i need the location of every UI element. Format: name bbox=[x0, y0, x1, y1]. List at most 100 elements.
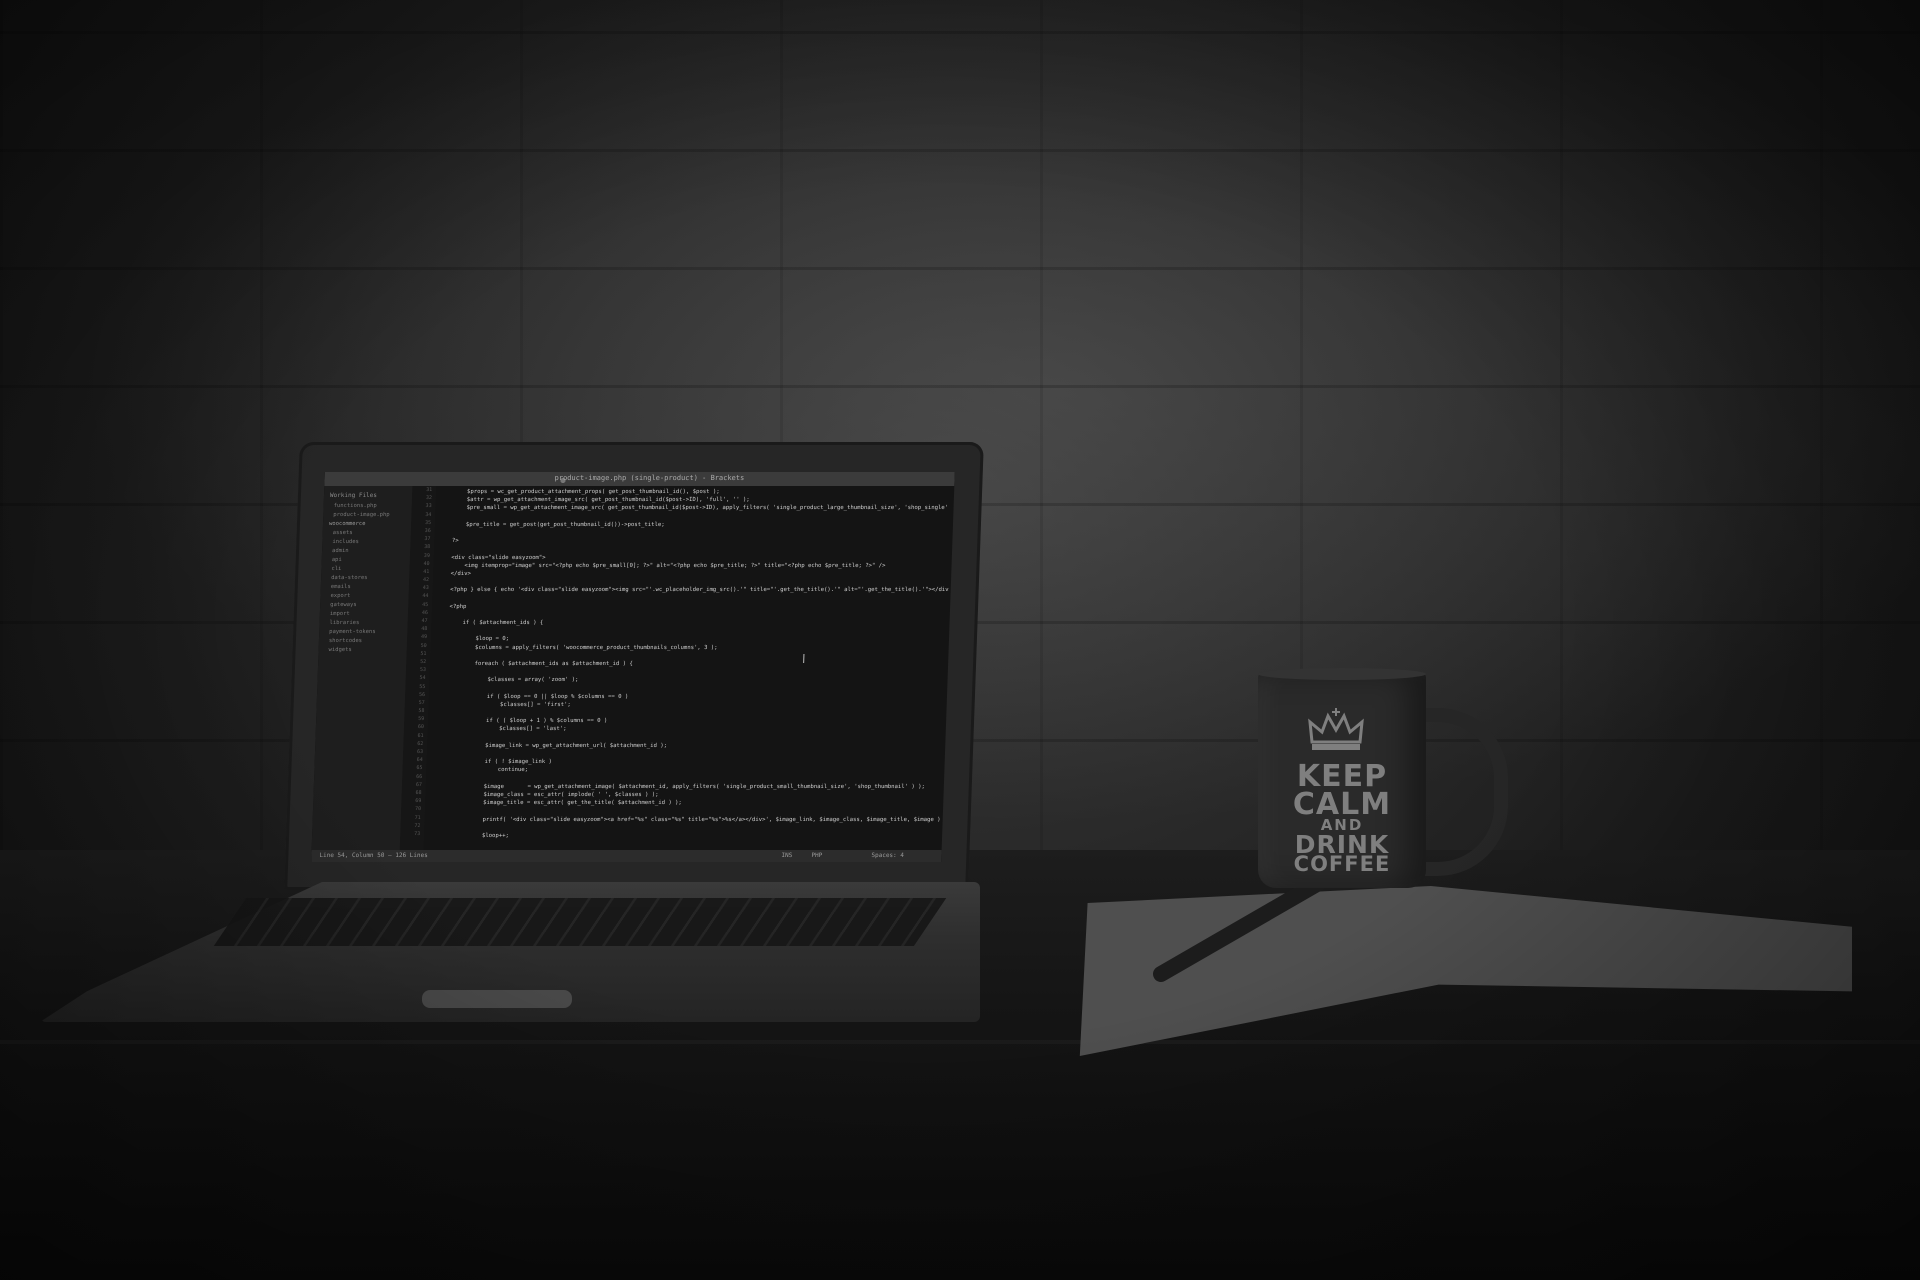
code-line: $loop = 0; bbox=[434, 636, 510, 643]
code-line: $pre_small = wp_get_attachment_image_src… bbox=[439, 505, 952, 512]
line-number: 59 bbox=[418, 716, 425, 723]
code-line: <?php bbox=[436, 603, 467, 610]
code-line: <div class="slide easyzoom"> bbox=[437, 554, 546, 561]
line-number: 71 bbox=[414, 814, 421, 821]
folder-item[interactable]: admin bbox=[322, 546, 410, 555]
folder-item[interactable]: data-stores bbox=[321, 573, 409, 582]
folder-item[interactable]: import bbox=[320, 609, 408, 618]
line-number: 34 bbox=[425, 511, 432, 518]
line-number: 69 bbox=[415, 798, 422, 805]
line-number: 31 bbox=[426, 487, 433, 493]
sidebar-header: Working Files bbox=[329, 492, 378, 499]
status-position: Line 54, Column 50 — 126 Lines bbox=[319, 852, 428, 859]
line-number: 51 bbox=[420, 650, 427, 657]
folder-item[interactable]: assets bbox=[323, 528, 411, 537]
line-number: 70 bbox=[414, 806, 422, 813]
code-line: printf( '<div class="slide easyzoom"><a … bbox=[428, 816, 941, 823]
line-number: 61 bbox=[417, 732, 424, 739]
code-area[interactable]: $props = wc_get_product_attachment_props… bbox=[428, 488, 953, 848]
line-number: 46 bbox=[421, 609, 428, 616]
code-line: $classes[] = 'last'; bbox=[431, 726, 567, 733]
laptop-screen: product-image.php (single-product) - Bra… bbox=[311, 472, 955, 862]
line-number: 56 bbox=[418, 691, 426, 698]
line-number: 35 bbox=[424, 519, 432, 526]
line-number: 45 bbox=[422, 601, 429, 608]
code-line: <?php } else { echo '<div class="slide e… bbox=[436, 587, 949, 594]
line-number: 39 bbox=[423, 552, 430, 559]
line-number: 63 bbox=[416, 749, 424, 755]
line-number: 62 bbox=[417, 740, 424, 747]
line-number: 38 bbox=[424, 544, 431, 551]
line-number: 40 bbox=[423, 560, 430, 567]
mug-text-coffee: COFFEE bbox=[1293, 852, 1391, 876]
laptop-notch bbox=[422, 990, 572, 1008]
project-folder[interactable]: woocommerce bbox=[323, 519, 411, 528]
working-file-item[interactable]: product-image.php bbox=[323, 510, 411, 519]
folder-item[interactable]: payment-tokens bbox=[319, 627, 407, 636]
code-line: ?> bbox=[438, 538, 459, 545]
code-line: continue; bbox=[430, 767, 529, 774]
working-files-list: functions.php product-image.php bbox=[323, 501, 412, 519]
file-tree: assets includes admin api cli data-stores emai… bbox=[318, 528, 410, 654]
code-line: </div> bbox=[437, 570, 472, 577]
code-line: <img itemprop="image" src="<?php echo $p… bbox=[437, 562, 886, 569]
folder-item[interactable]: export bbox=[320, 591, 408, 600]
line-number: 32 bbox=[425, 495, 432, 502]
line-number: 50 bbox=[420, 642, 427, 649]
line-number: 64 bbox=[416, 757, 423, 764]
folder-item[interactable]: includes bbox=[322, 537, 410, 546]
line-number: 33 bbox=[425, 503, 432, 510]
line-number: 55 bbox=[419, 683, 426, 690]
line-number: 65 bbox=[416, 765, 423, 772]
folder-item[interactable]: gateways bbox=[320, 600, 408, 609]
line-number: 36 bbox=[424, 527, 431, 534]
code-line: $image_class = esc_attr( implode( ' ', $… bbox=[429, 791, 659, 798]
folder-item[interactable]: libraries bbox=[319, 618, 407, 627]
status-language[interactable]: PHP bbox=[811, 852, 822, 859]
folder-item[interactable]: shortcodes bbox=[319, 636, 407, 645]
code-line: if ( ( $loop + 1 ) % $columns == 0 ) bbox=[432, 718, 608, 725]
line-number: 44 bbox=[422, 593, 429, 600]
folder-item[interactable]: cli bbox=[321, 564, 409, 573]
code-line: $classes = array( 'zoom' ); bbox=[433, 677, 579, 684]
line-number: 60 bbox=[417, 724, 424, 731]
table-edge bbox=[0, 1040, 1920, 1044]
line-number: 66 bbox=[416, 773, 423, 780]
line-number: 49 bbox=[420, 634, 428, 641]
line-number: 67 bbox=[415, 781, 422, 788]
line-number: 47 bbox=[421, 618, 428, 624]
status-mode[interactable]: INS bbox=[781, 852, 792, 859]
line-number: 73 bbox=[414, 830, 421, 837]
code-line: if ( ! $image_link ) bbox=[430, 759, 553, 766]
working-file-item[interactable]: functions.php bbox=[323, 501, 411, 510]
line-number: 41 bbox=[423, 568, 430, 575]
line-number: 58 bbox=[418, 708, 425, 715]
code-line: $loop++; bbox=[427, 832, 510, 839]
folder-item[interactable]: api bbox=[322, 555, 410, 564]
editor-titlebar: product-image.php (single-product) - Bra… bbox=[324, 472, 955, 486]
status-indent[interactable]: Spaces: 4 bbox=[871, 852, 904, 859]
code-line: if ( $loop == 0 || $loop % $columns == 0… bbox=[432, 693, 629, 700]
laptop-keyboard bbox=[213, 898, 947, 946]
editor-statusbar: Line 54, Column 50 — 126 Lines INS PHP S… bbox=[311, 850, 942, 862]
line-number: 48 bbox=[421, 626, 428, 633]
code-line: $image = wp_get_attachment_image( $attac… bbox=[429, 783, 925, 790]
editor-title: product-image.php (single-product) - Bra… bbox=[554, 474, 745, 482]
folder-item[interactable]: widgets bbox=[318, 645, 406, 654]
crown-icon bbox=[1308, 708, 1364, 750]
code-line: $columns = apply_filters( 'woocommerce_p… bbox=[434, 644, 718, 651]
folder-item[interactable]: emails bbox=[321, 582, 409, 591]
code-line: $image_link = wp_get_attachment_url( $at… bbox=[431, 742, 668, 749]
code-line: $image_title = esc_attr( get_the_title( … bbox=[429, 800, 682, 807]
